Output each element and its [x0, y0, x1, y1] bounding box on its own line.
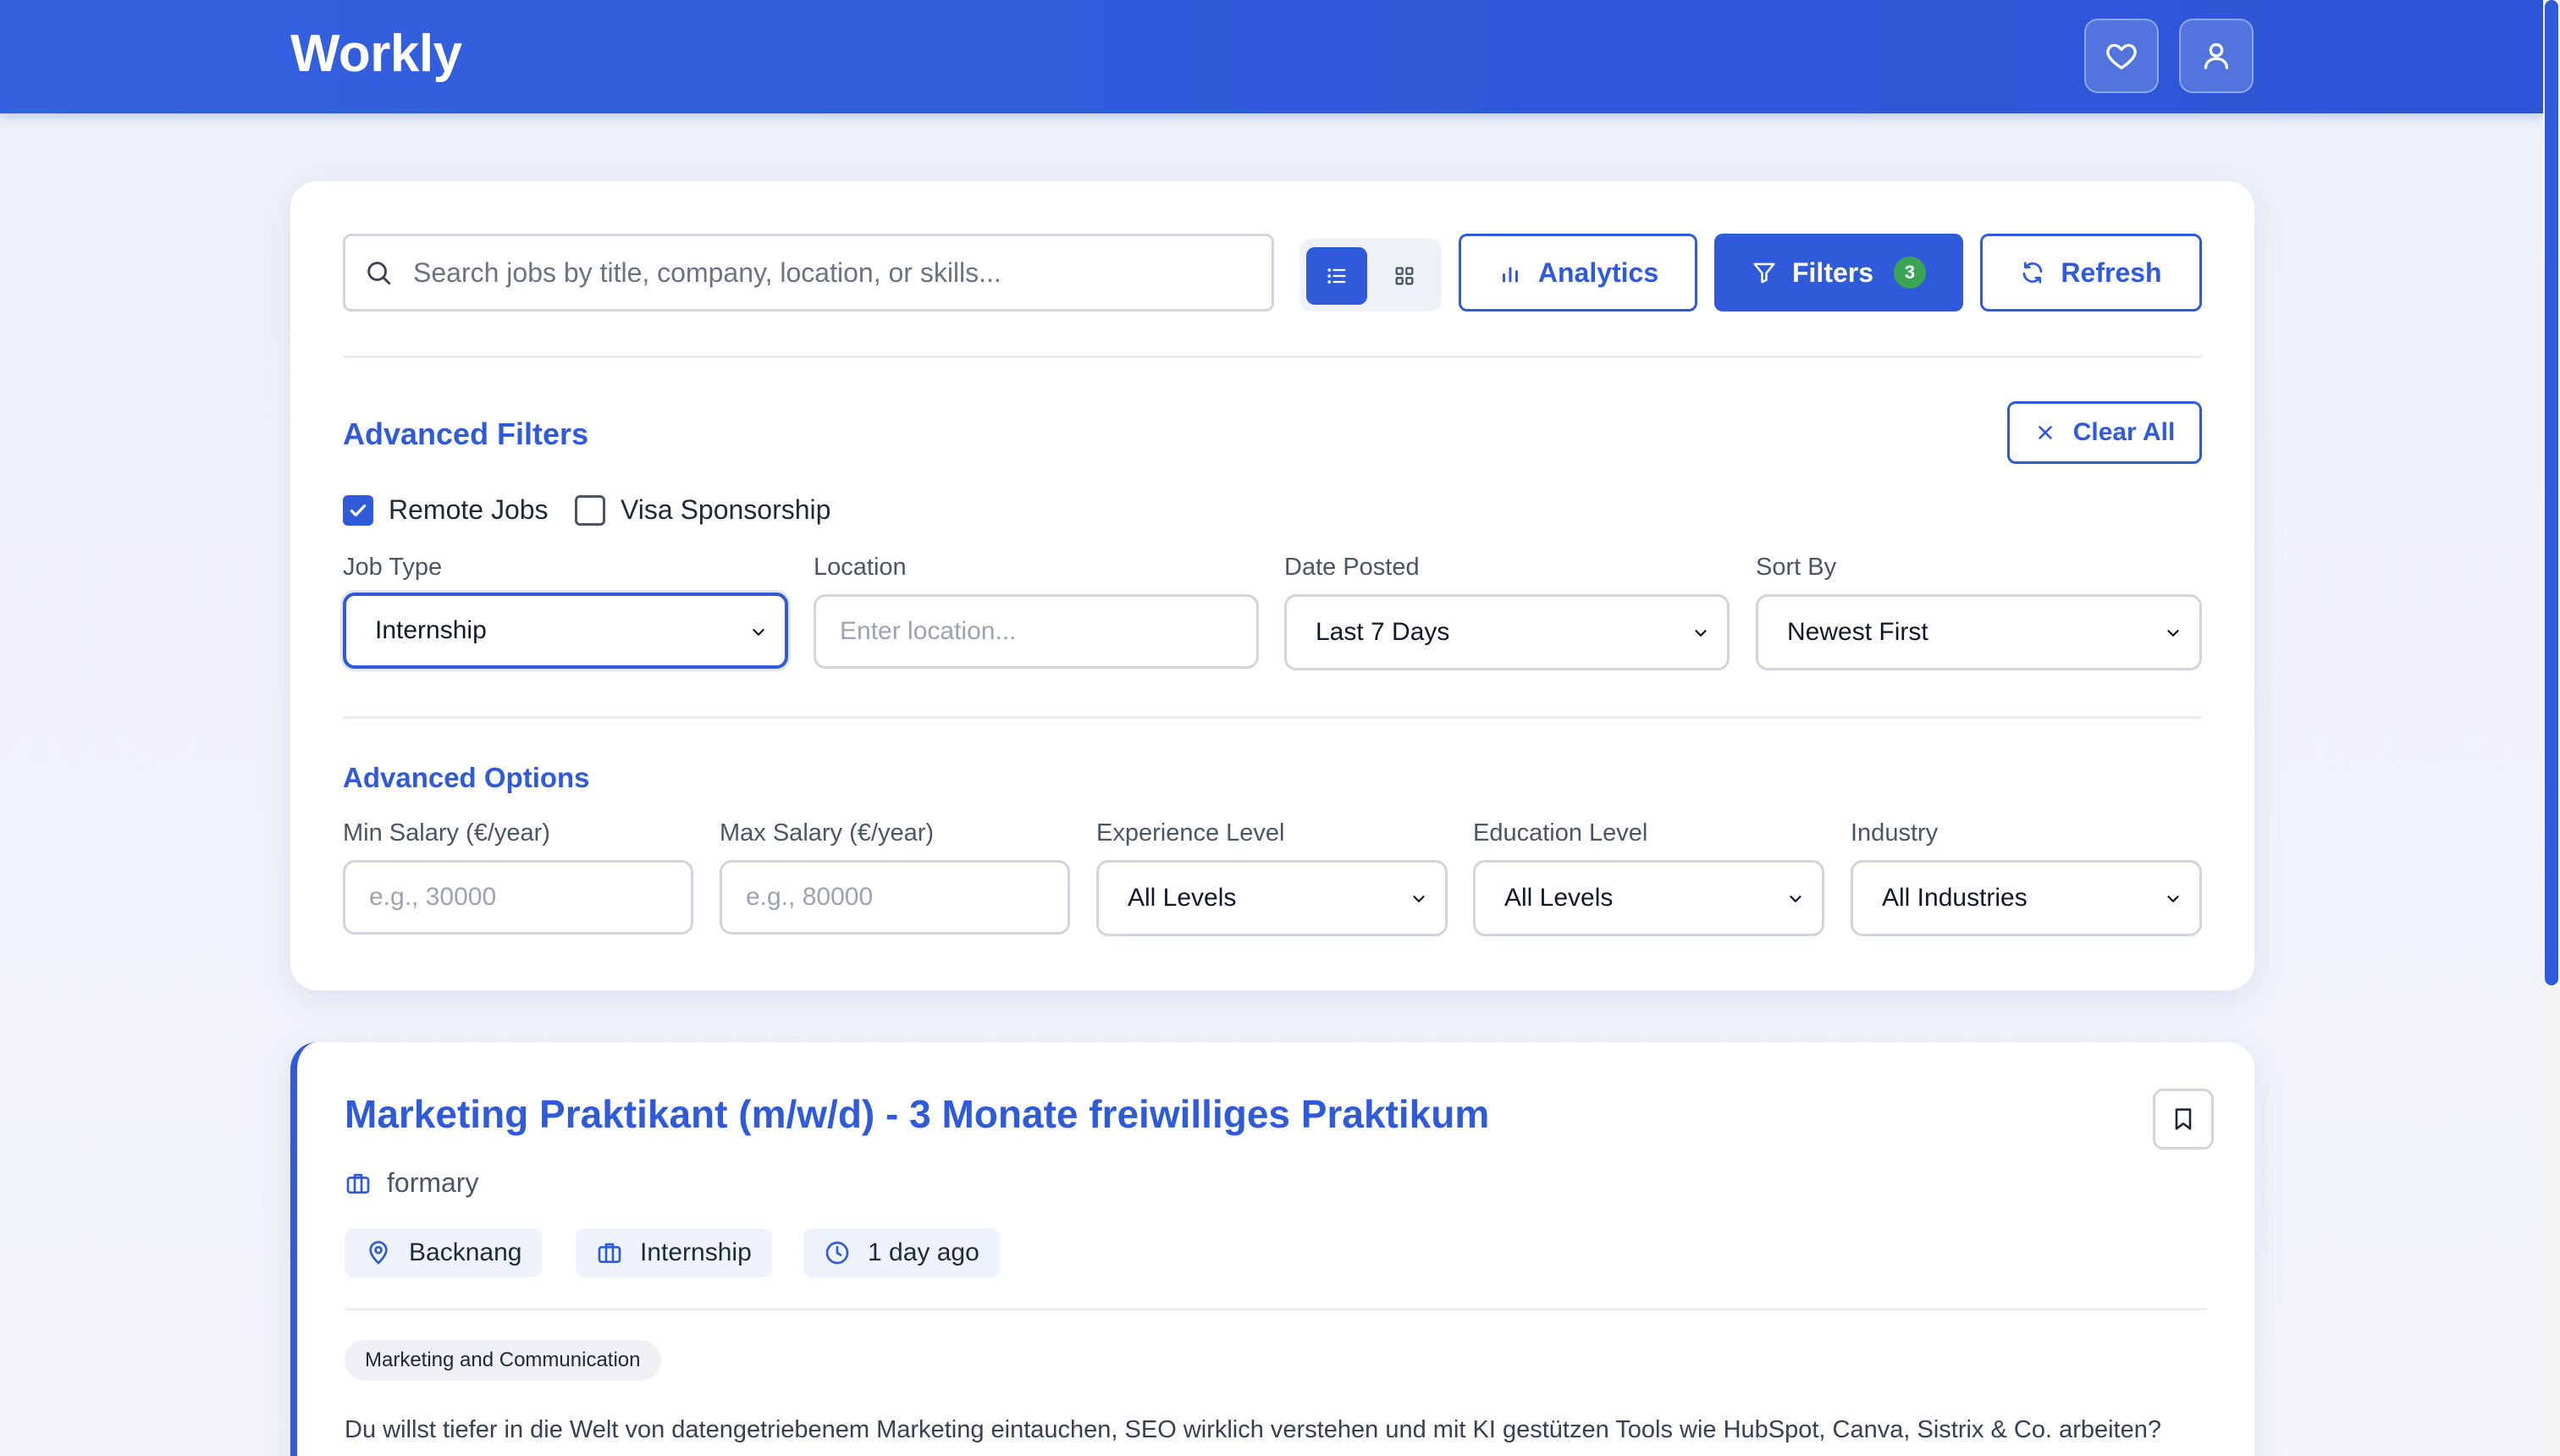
search-icon [367, 262, 391, 285]
filters-button[interactable]: Filters 3 [1714, 234, 1963, 312]
chevron-down-icon [2167, 630, 2179, 637]
min-salary-input[interactable]: e.g., 30000 [343, 860, 693, 935]
chevron-down-icon [1790, 896, 1801, 902]
job-type-value: Internship [375, 616, 487, 644]
job-type: Internship [640, 1238, 752, 1266]
job-type-select[interactable]: Internship [343, 593, 788, 669]
clock-icon [825, 1241, 849, 1265]
search-filter-panel: Analytics Filters 3 Refresh Advanced Fil… [290, 181, 2254, 990]
bookmark-icon [2175, 1108, 2192, 1130]
min-salary-label: Min Salary (€/year) [343, 819, 550, 847]
sort-by-label: Sort By [1756, 554, 1837, 581]
education-level-value: All Levels [1504, 884, 1614, 912]
refresh-button[interactable]: Refresh [1980, 234, 2202, 312]
view-mode-toggle [1299, 239, 1442, 312]
chevron-down-icon [1413, 896, 1425, 902]
refresh-label: Refresh [2061, 256, 2162, 288]
divider [345, 1308, 2207, 1310]
posted-date: 1 day ago [868, 1238, 979, 1266]
max-salary-label: Max Salary (€/year) [720, 819, 935, 847]
analytics-label: Analytics [1537, 256, 1659, 288]
education-level-label: Education Level [1473, 819, 1648, 847]
job-card[interactable]: Marketing Praktikant (m/w/d) - 3 Monate … [290, 1042, 2254, 1456]
advanced-options-heading: Advanced Options [343, 762, 590, 793]
filters-label: Filters [1791, 256, 1874, 288]
advanced-filters-heading: Advanced Filters [343, 416, 589, 451]
min-salary-placeholder: e.g., 30000 [369, 883, 497, 911]
checkmark-icon [350, 504, 367, 516]
analytics-button[interactable]: Analytics [1459, 234, 1697, 312]
profile-button[interactable] [2179, 19, 2254, 93]
date-posted-label: Date Posted [1284, 554, 1420, 581]
app-logo[interactable]: Workly [290, 24, 462, 84]
briefcase-icon [346, 1173, 370, 1194]
map-pin-icon [369, 1241, 388, 1265]
divider [343, 716, 2202, 719]
grid-icon [1395, 267, 1414, 285]
location-placeholder: Enter location... [840, 617, 1017, 645]
company-info: formary [345, 1167, 478, 1199]
experience-level-select[interactable]: All Levels [1096, 860, 1448, 936]
clear-all-label: Clear All [2072, 418, 2176, 446]
grid-view-button[interactable] [1374, 247, 1435, 305]
industry-select[interactable]: All Industries [1851, 860, 2202, 936]
posted-date-chip: 1 day ago [803, 1228, 1000, 1277]
checkbox-checked[interactable] [343, 494, 373, 526]
clear-all-button[interactable]: Clear All [2007, 401, 2202, 464]
location-input[interactable]: Enter location... [814, 594, 1259, 669]
industry-label: Industry [1851, 819, 1939, 847]
filter-icon [1753, 262, 1775, 284]
sort-by-select[interactable]: Newest First [1756, 594, 2202, 670]
checkbox-unchecked[interactable] [575, 494, 605, 526]
industry-value: All Industries [1882, 884, 2028, 912]
chevron-down-icon [2167, 896, 2179, 902]
chevron-down-icon [753, 629, 764, 636]
visa-sponsorship-checkbox[interactable]: Visa Sponsorship [575, 494, 830, 526]
bar-chart-icon [1502, 267, 1518, 283]
max-salary-placeholder: e.g., 80000 [746, 883, 874, 911]
favorites-button[interactable] [2084, 19, 2159, 93]
experience-level-value: All Levels [1128, 884, 1237, 912]
list-view-button[interactable] [1306, 247, 1367, 305]
job-type-label: Job Type [343, 554, 443, 581]
job-location: Backnang [409, 1238, 522, 1266]
save-job-button[interactable] [2153, 1089, 2214, 1150]
date-posted-value: Last 7 Days [1316, 618, 1450, 646]
sort-by-value: Newest First [1787, 618, 1928, 646]
user-icon [2204, 43, 2229, 69]
chevron-down-icon [1695, 630, 1707, 637]
top-navigation-bar: Workly [0, 0, 2543, 113]
date-posted-select[interactable]: Last 7 Days [1284, 594, 1730, 670]
list-icon [1327, 268, 1346, 284]
search-input[interactable] [413, 256, 1243, 289]
experience-level-label: Experience Level [1096, 819, 1285, 847]
job-description: Du willst tiefer in die Welt von datenge… [345, 1416, 2161, 1443]
remote-jobs-label: Remote Jobs [389, 494, 549, 525]
category-tag: Marketing and Communication [345, 1340, 661, 1381]
remote-jobs-checkbox[interactable]: Remote Jobs [343, 494, 549, 526]
active-filters-count-badge: 3 [1894, 256, 1927, 289]
heart-icon [2106, 43, 2137, 69]
scrollbar-thumb[interactable] [2545, 0, 2558, 985]
education-level-select[interactable]: All Levels [1473, 860, 1824, 936]
location-label: Location [814, 554, 907, 581]
search-box[interactable] [343, 234, 1274, 312]
briefcase-icon [598, 1243, 621, 1263]
company-name: formary [387, 1167, 479, 1198]
max-salary-input[interactable]: e.g., 80000 [720, 860, 1070, 935]
close-icon [2038, 426, 2052, 439]
job-title-link[interactable]: Marketing Praktikant (m/w/d) - 3 Monate … [345, 1091, 1489, 1137]
visa-sponsorship-label: Visa Sponsorship [621, 494, 831, 525]
divider [343, 356, 2202, 358]
scrollbar-track[interactable] [2543, 0, 2560, 1456]
refresh-icon [2023, 262, 2043, 284]
location-chip: Backnang [345, 1228, 543, 1277]
job-type-chip: Internship [576, 1228, 772, 1277]
